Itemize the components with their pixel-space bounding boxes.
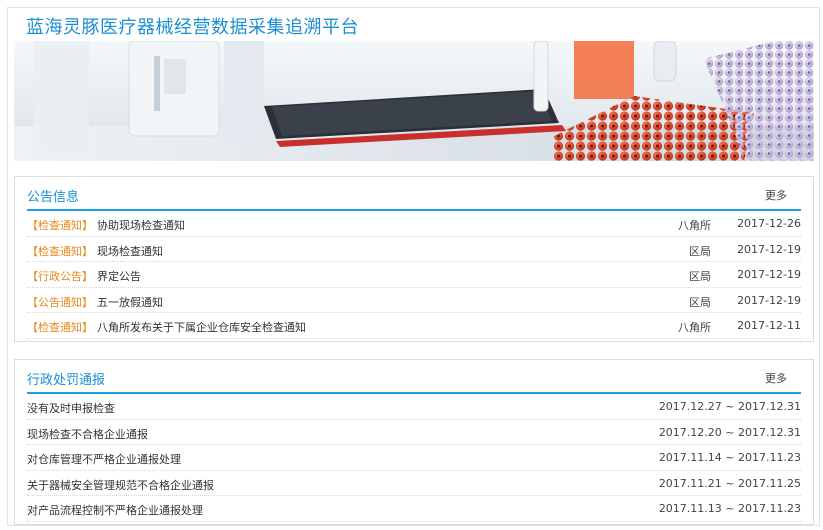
notice-title-link[interactable]: 八角所发布关于下属企业仓库安全检查通知: [97, 319, 306, 335]
penalty-more-link[interactable]: 更多: [765, 370, 787, 386]
notice-tag: 【检查通知】: [27, 321, 93, 335]
notice-date: 2017-12-26: [737, 217, 801, 230]
penalty-period: 2017.11.21 ~ 2017.11.25: [658, 476, 801, 490]
notice-row[interactable]: 【检查通知】 现场检查通知 区局 2017-12-19: [27, 237, 801, 263]
notice-title-link[interactable]: 现场检查通知: [97, 243, 163, 259]
notice-row[interactable]: 【检查通知】 协助现场检查通知 八角所 2017-12-26: [27, 211, 801, 237]
notice-tag: 【检查通知】: [27, 244, 93, 258]
notice-title-link[interactable]: 协助现场检查通知: [97, 217, 185, 233]
banner-image: [14, 41, 814, 161]
penalty-panel-title: 行政处罚通报: [27, 373, 106, 388]
notice-panel-title: 公告信息: [27, 190, 80, 205]
notice-row[interactable]: 【公告通知】 五一放假通知 区局 2017-12-19: [27, 288, 801, 314]
penalty-title-link[interactable]: 关于器械安全管理规范不合格企业通报: [27, 477, 214, 493]
notice-more-link[interactable]: 更多: [765, 187, 787, 203]
notice-dept: 区局: [689, 295, 711, 309]
notice-row[interactable]: 【行政公告】 界定公告 区局 2017-12-19: [27, 262, 801, 288]
penalty-title-link[interactable]: 对产品流程控制不严格企业通报处理: [27, 502, 203, 518]
notice-panel-header: 公告信息 更多: [27, 177, 801, 211]
page-frame: 蓝海灵豚医疗器械经营数据采集追溯平台 公告信息 更多 【检查通知】 协助现场检查…: [7, 7, 820, 526]
penalty-title-link[interactable]: 对仓库管理不严格企业通报处理: [27, 451, 181, 467]
penalty-title-link[interactable]: 现场检查不合格企业通报: [27, 426, 148, 442]
notice-title-link[interactable]: 五一放假通知: [97, 294, 163, 310]
notice-date: 2017-12-11: [737, 319, 801, 333]
notice-dept: 八角所: [678, 321, 711, 335]
site-title: 蓝海灵豚医疗器械经营数据采集追溯平台: [26, 17, 359, 38]
notice-date: 2017-12-19: [737, 268, 801, 282]
penalty-row[interactable]: 对仓库管理不严格企业通报处理 2017.11.14 ~ 2017.11.23: [27, 445, 801, 471]
penalty-period: 2017.11.13 ~ 2017.11.23: [658, 502, 801, 516]
notice-panel: 公告信息 更多 【检查通知】 协助现场检查通知 八角所 2017-12-26 【…: [14, 176, 814, 342]
penalty-row[interactable]: 没有及时申报检查 2017.12.27 ~ 2017.12.31: [27, 394, 801, 420]
notice-list: 【检查通知】 协助现场检查通知 八角所 2017-12-26 【检查通知】 现场…: [27, 211, 801, 339]
notice-dept: 八角所: [678, 219, 711, 232]
penalty-list: 没有及时申报检查 2017.12.27 ~ 2017.12.31 现场检查不合格…: [27, 394, 801, 522]
notice-title-link[interactable]: 界定公告: [97, 268, 141, 284]
penalty-title-link[interactable]: 没有及时申报检查: [27, 400, 115, 416]
penalty-panel-header: 行政处罚通报 更多: [27, 360, 801, 394]
penalty-row[interactable]: 现场检查不合格企业通报 2017.12.20 ~ 2017.12.31: [27, 420, 801, 446]
notice-tag: 【行政公告】: [27, 270, 93, 284]
notice-date: 2017-12-19: [737, 242, 801, 256]
penalty-row[interactable]: 对产品流程控制不严格企业通报处理 2017.11.13 ~ 2017.11.23: [27, 496, 801, 522]
penalty-period: 2017.12.27 ~ 2017.12.31: [658, 400, 801, 413]
notice-date: 2017-12-19: [737, 293, 801, 307]
notice-tag: 【公告通知】: [27, 295, 93, 309]
notice-dept: 区局: [689, 244, 711, 258]
penalty-panel: 行政处罚通报 更多 没有及时申报检查 2017.12.27 ~ 2017.12.…: [14, 359, 814, 525]
notice-dept: 区局: [689, 270, 711, 284]
penalty-period: 2017.11.14 ~ 2017.11.23: [658, 451, 801, 465]
notice-row[interactable]: 【检查通知】 八角所发布关于下属企业仓库安全检查通知 八角所 2017-12-1…: [27, 313, 801, 339]
notice-tag: 【检查通知】: [27, 219, 93, 232]
penalty-period: 2017.12.20 ~ 2017.12.31: [658, 425, 801, 439]
penalty-row[interactable]: 关于器械安全管理规范不合格企业通报 2017.11.21 ~ 2017.11.2…: [27, 471, 801, 497]
